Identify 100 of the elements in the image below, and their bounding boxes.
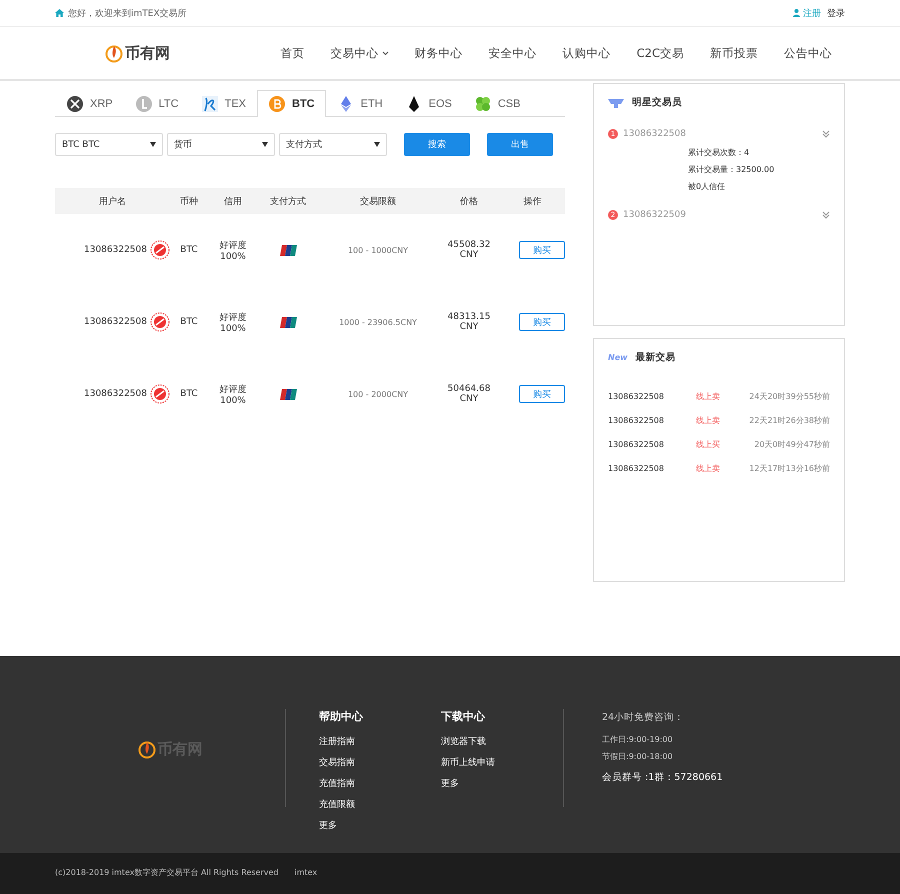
contact-title: 24小时免费咨询： [602, 711, 686, 724]
home-icon[interactable] [55, 9, 64, 17]
panel-title: 明星交易员 [632, 96, 682, 109]
coin-cell-text: BTC [179, 389, 199, 399]
trade-type: 线上卖 [696, 390, 721, 402]
nav-link[interactable]: 认购中心 [550, 46, 624, 60]
column-header: 操作 [522, 196, 542, 208]
buy-button[interactable]: 购买 [519, 385, 565, 403]
select-field[interactable]: 支付方式 [279, 133, 387, 156]
column-header: 价格 [459, 196, 479, 208]
clover-icon [474, 94, 492, 112]
currency: CNY [460, 394, 478, 404]
footer-link[interactable]: 浏览器下载 [441, 735, 563, 748]
nav-link[interactable]: 交易中心 [318, 46, 402, 60]
currency: CNY [460, 322, 478, 332]
credit-rate: 100% [220, 252, 246, 262]
nav-link[interactable]: 公告中心 [771, 46, 845, 60]
coin-tab[interactable]: XRP [55, 90, 124, 116]
hours-text: 节假日:9:00-18:00 [602, 751, 674, 762]
footer-link[interactable]: 充值限额 [319, 798, 441, 811]
k-letter-icon [200, 94, 219, 112]
trade-user: 13086322508 [608, 392, 665, 400]
search-button[interactable]: 搜索 [404, 133, 470, 156]
footer-link[interactable]: 更多 [441, 777, 563, 790]
trophy-icon [608, 98, 624, 108]
trade-time: 12天17时13分16秒前 [748, 462, 830, 474]
sell-button[interactable]: 出售 [487, 133, 553, 156]
trade-limit: 100 - 2000CNY [346, 390, 410, 398]
credit-rate: 100% [220, 324, 246, 334]
trade-time: 22天21时26分38秒前 [748, 414, 830, 426]
buy-button[interactable]: 购买 [519, 313, 565, 331]
credit-label: 好评度 [220, 312, 246, 324]
coin-cell-text: BTC [179, 245, 199, 255]
flame-logo-icon [105, 43, 123, 63]
trader-stat: 被0人信任 [688, 181, 726, 192]
credit-rate: 100% [220, 396, 246, 406]
footer-link[interactable]: 充值指南 [319, 777, 441, 790]
bank-card-icon [280, 316, 296, 328]
bank-card-icon [280, 388, 296, 400]
user-name: 13086322508 [84, 389, 147, 399]
bitcoin-icon [268, 95, 286, 113]
member-group: 会员群号 :1群：57280661 [602, 771, 723, 784]
nav-link[interactable]: C2C交易 [624, 46, 697, 60]
nav-link[interactable]: 安全中心 [476, 46, 550, 60]
coin-tab[interactable]: ETH [326, 90, 394, 116]
login-link[interactable]: 登录 [827, 6, 845, 20]
column-header: 支付方式 [269, 196, 307, 208]
new-label: New [608, 353, 628, 362]
column-header: 币种 [179, 196, 199, 208]
caret-icon [150, 142, 156, 147]
currency: CNY [460, 250, 478, 260]
column-header: 用户名 [98, 196, 127, 208]
panel-title: 最新交易 [636, 351, 676, 364]
seal-icon [150, 240, 170, 260]
coin-cell-text: BTC [179, 317, 199, 327]
nav-link[interactable]: 首页 [268, 46, 318, 60]
coin-tab[interactable]: LTC [124, 90, 190, 116]
buy-button[interactable]: 购买 [519, 241, 565, 259]
user-name: 13086322508 [84, 245, 147, 255]
copyright-text: (c)2018-2019 imtex数字资产交易平台 All Rights Reserved [55, 866, 278, 878]
seal-icon [150, 384, 170, 404]
l-coin-icon [134, 94, 153, 112]
select-field[interactable]: BTC BTC [55, 133, 163, 156]
trade-user: 13086322508 [608, 416, 665, 424]
nav-link[interactable]: 财务中心 [402, 46, 476, 60]
trade-user: 13086322508 [608, 440, 665, 448]
trade-user: 13086322508 [608, 464, 665, 472]
bank-card-icon [280, 244, 296, 256]
double-chevron-icon[interactable] [822, 211, 830, 219]
welcome-text: 您好，欢迎来到imTEX交易所 [68, 8, 187, 20]
price: 48313.15 [448, 312, 490, 322]
footer-link[interactable]: 注册指南 [319, 735, 441, 748]
column-header: 交易限额 [359, 196, 397, 208]
trader-name: 13086322508 [623, 129, 686, 139]
price: 50464.68 [448, 384, 490, 394]
credit-label: 好评度 [220, 240, 246, 252]
trade-time: 20天0时49分47秒前 [753, 438, 830, 450]
caret-icon [262, 142, 268, 147]
user-name: 13086322508 [84, 317, 147, 327]
coin-tab[interactable]: BTC [257, 90, 326, 117]
trader-stat: 累计交易量：32500.00 [688, 164, 776, 175]
footer-link[interactable]: 更多 [319, 819, 441, 832]
coin-tab[interactable]: EOS [394, 90, 463, 116]
trade-type: 线上卖 [696, 462, 721, 474]
brand-link[interactable]: imtex [294, 868, 318, 876]
footer-link[interactable]: 交易指南 [319, 756, 441, 769]
column-header: 信用 [223, 196, 243, 208]
footer-link[interactable]: 新币上线申请 [441, 756, 563, 769]
flame-logo-icon [138, 739, 156, 759]
select-field[interactable]: 货币 [167, 133, 275, 156]
trade-limit: 1000 - 23906.5CNY [338, 318, 418, 326]
coin-tab[interactable]: CSB [462, 90, 532, 116]
seal-icon [150, 312, 170, 332]
trade-limit: 100 - 1000CNY [346, 246, 410, 254]
coin-tab[interactable]: TEX [190, 90, 257, 116]
nav-link[interactable]: 新币投票 [697, 46, 771, 60]
double-chevron-icon[interactable] [822, 130, 830, 138]
trader-stat: 累计交易次数：4 [688, 147, 750, 158]
trade-type: 线上卖 [696, 414, 721, 426]
trade-time: 24天20时39分55秒前 [748, 390, 830, 402]
